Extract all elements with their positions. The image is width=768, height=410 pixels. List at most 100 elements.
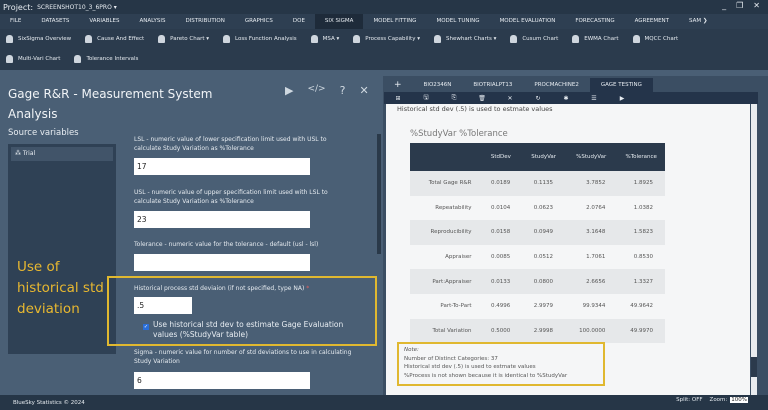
close-icon[interactable]: ✕ xyxy=(359,84,368,97)
save-icon[interactable]: 🖫 xyxy=(412,93,440,103)
source-variable-item[interactable]: ⁂ Trial xyxy=(11,147,113,161)
zoom-label: Zoom: xyxy=(709,397,728,403)
cell: 49.9970 xyxy=(617,318,665,344)
toolbar-label: SixSigma Overview xyxy=(18,36,72,42)
table-row: Part:Appraiser 0.0133 0.0800 2.6656 1.3327 xyxy=(410,269,665,294)
toolbar-process-capability[interactable]: Process Capability ▾ xyxy=(353,35,420,43)
toolbar-tolerance-intervals[interactable]: Tolerance Intervals xyxy=(74,55,138,63)
cell: 0.0133 xyxy=(479,269,523,294)
note-line: Historical std dev (.5) is used to estma… xyxy=(404,364,536,370)
scrollbar-thumb[interactable] xyxy=(751,357,757,377)
toolbar-label: MSA ▾ xyxy=(322,36,340,42)
column-header: StdDev xyxy=(479,143,523,171)
tab-biotrialpt13[interactable]: BIOTRIALPT13 xyxy=(462,78,523,92)
toolbar-multi-vari-chart[interactable]: Multi-Vari Chart xyxy=(6,55,60,63)
menu-forecasting[interactable]: FORECASTING xyxy=(565,14,624,29)
zoom-input[interactable]: 100% xyxy=(730,397,748,403)
close-icon[interactable]: ✕ xyxy=(496,95,524,102)
menu-datasets[interactable]: DATASETS xyxy=(31,14,79,29)
table-row: Repeatability 0.0104 0.0623 2.0764 1.0382 xyxy=(410,196,665,221)
status-bar: BlueSky Statistics © 2024 xyxy=(0,395,768,410)
sigma-tool-icon xyxy=(6,35,13,43)
table-title: %StudyVar %Tolerance xyxy=(410,129,508,139)
toolbar-mqcc-chart[interactable]: MQCC Chart xyxy=(632,35,678,43)
use-historical-label: Use historical std dev to estimate Gage … xyxy=(153,320,344,339)
toolbar-loss-function-analysis[interactable]: Loss Function Analysis xyxy=(223,35,297,43)
project-label: Project: xyxy=(3,2,34,12)
title-bar: Project: SCREENSHOT10_3_6PRO ▾ xyxy=(0,0,768,14)
tab-procmachine2[interactable]: PROCMACHINE2 xyxy=(523,78,589,92)
toolbar-sixsigma-overview[interactable]: SixSigma Overview xyxy=(6,35,71,43)
add-tab-button[interactable]: + xyxy=(383,78,413,92)
menu-model-evaluation[interactable]: MODEL EVALUATION xyxy=(490,14,566,29)
tab-bio2346n[interactable]: BIO2346N xyxy=(413,78,463,92)
cell: 0.0512 xyxy=(533,254,554,261)
menu-six-sigma[interactable]: SIX SIGMA xyxy=(314,14,364,29)
sigma-tool-icon xyxy=(632,35,640,43)
cell: 1.8925 xyxy=(617,171,665,196)
sigma-input[interactable] xyxy=(134,372,310,389)
row-label: Part:Appraiser xyxy=(410,269,480,294)
zoom-control: Split: OFF Zoom: 100% xyxy=(676,397,748,403)
menu-analysis[interactable]: ANALYSIS xyxy=(130,14,176,29)
output-toolbar: ⊞ 🖫 ⎘ 🗑 ✕ ↻ ✱ ☰ ▶ xyxy=(384,92,758,104)
historical-std-input[interactable] xyxy=(134,297,192,314)
help-icon[interactable]: ? xyxy=(340,84,346,97)
annotation-callout: Use of historical std deviation xyxy=(8,253,116,353)
menu-file[interactable]: FILE xyxy=(0,14,31,29)
refresh-icon[interactable]: ↻ xyxy=(524,95,552,102)
use-historical-checkbox[interactable]: ✓ xyxy=(143,324,149,330)
project-selector[interactable]: SCREENSHOT10_3_6PRO ▾ xyxy=(37,4,117,11)
menu-distribution[interactable]: DISTRIBUTION xyxy=(175,14,234,29)
toolbar-ewma-chart[interactable]: EWMA Chart xyxy=(572,35,619,43)
menu-model-fitting[interactable]: MODEL FITTING xyxy=(363,14,426,29)
output-scrollbar[interactable] xyxy=(751,104,757,395)
split-toggle[interactable]: Split: OFF xyxy=(676,397,702,403)
usl-label: USL - numeric value of upper specificati… xyxy=(134,189,328,205)
settings-icon[interactable]: ✱ xyxy=(552,95,580,102)
export-icon[interactable]: ⎘ xyxy=(440,94,468,102)
sigma-tool-icon xyxy=(510,35,518,43)
delete-icon[interactable]: 🗑 xyxy=(468,95,496,102)
usl-input[interactable] xyxy=(134,211,310,228)
sigma-tool-icon xyxy=(85,35,93,43)
toolbar-label: Process Capability ▾ xyxy=(365,36,420,42)
row-label: Total Variation xyxy=(410,318,480,344)
cell: 1.0382 xyxy=(633,204,653,211)
toolbar-shewhart-charts[interactable]: Shewhart Charts ▾ xyxy=(433,35,497,43)
minimize-icon[interactable]: _ xyxy=(722,1,726,10)
sigma-tool-icon xyxy=(6,55,13,63)
column-header: StudyVar xyxy=(522,143,566,171)
cell: 0.0085 xyxy=(491,254,511,261)
tab-gage-testing[interactable]: GAGE TESTING xyxy=(589,78,653,92)
output-tabs: + BIO2346N BIOTRIALPT13 PROCMACHINE2 GAGE TE… xyxy=(383,78,653,92)
sigma-tool-icon xyxy=(310,35,318,43)
menu-agreement[interactable]: AGREEMENT xyxy=(625,14,679,29)
lsl-input[interactable] xyxy=(134,158,310,175)
menu-sam[interactable]: SAM ❯ xyxy=(679,14,717,29)
menu-doe[interactable]: DOE xyxy=(283,14,315,29)
add-icon[interactable]: ⊞ xyxy=(384,95,412,102)
cell: 0.0104 xyxy=(491,204,511,211)
table-row: Total Gage R&R 0.0189 0.1135 3.7852 1.8925 xyxy=(410,171,665,196)
dialog-scrollbar[interactable] xyxy=(377,134,381,254)
menu-graphics[interactable]: GRAPHICS xyxy=(235,14,283,29)
menu-variables[interactable]: VARIABLES xyxy=(79,14,129,29)
list-icon[interactable]: ☰ xyxy=(580,95,608,102)
toolbar-label: Shewhart Charts ▾ xyxy=(445,36,497,42)
close-window-icon[interactable]: ✕ xyxy=(753,1,760,10)
code-icon[interactable]: </> xyxy=(307,84,325,97)
use-historical-checkbox-row[interactable]: ✓ Use historical std dev to estimate Gag… xyxy=(143,320,363,340)
toolbar-label: Cusum Chart xyxy=(522,36,559,42)
play-icon[interactable]: ▶ xyxy=(608,95,636,102)
lsl-label: LSL - numeric value of lower specificati… xyxy=(134,136,327,152)
maximize-icon[interactable]: ❐ xyxy=(736,1,743,10)
toolbar-cusum-chart[interactable]: Cusum Chart xyxy=(510,35,558,43)
toolbar-label: Loss Function Analysis xyxy=(235,36,297,42)
toolbar-pareto-chart[interactable]: Pareto Chart ▾ xyxy=(158,35,209,43)
run-icon[interactable]: ▶ xyxy=(285,84,293,97)
toolbar-cause-and-effect[interactable]: Cause And Effect xyxy=(85,35,144,43)
menu-model-tuning[interactable]: MODEL TUNING xyxy=(426,14,489,29)
toolbar-msa[interactable]: MSA ▾ xyxy=(310,35,340,43)
tolerance-input[interactable] xyxy=(134,254,310,271)
